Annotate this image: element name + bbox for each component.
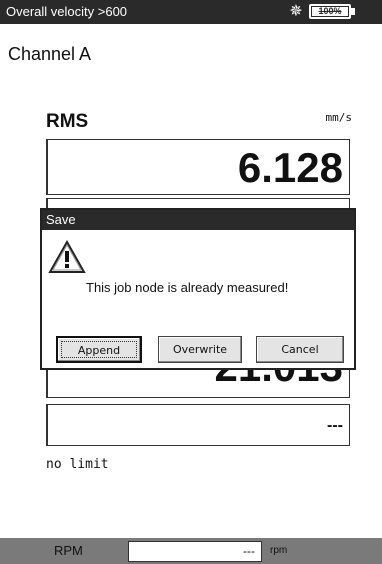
battery-icon: 100% — [309, 4, 351, 19]
bug-icon: ✵ — [289, 3, 303, 20]
rms-value-box: 6.128 — [46, 139, 350, 195]
limit-status: no limit — [46, 457, 109, 472]
measure-label: RMS — [46, 111, 89, 132]
overwrite-button[interactable]: Overwrite — [158, 336, 242, 363]
status-footer: RPM --- rpm — [0, 538, 382, 564]
warning-icon — [48, 240, 86, 273]
save-dialog: Save This job node is already measured! … — [40, 208, 356, 370]
third-value: --- — [327, 417, 343, 434]
window-title: Overall velocity >600 — [6, 4, 128, 19]
measure-unit: mm/s — [325, 111, 353, 124]
cancel-button[interactable]: Cancel — [256, 336, 344, 363]
dialog-message: This job node is already measured! — [86, 280, 289, 295]
dialog-title: Save — [42, 210, 354, 230]
rpm-label: RPM — [54, 543, 83, 558]
rpm-value: --- — [243, 544, 255, 558]
append-button-label: Append — [61, 341, 137, 358]
title-bar: Overall velocity >600 ✵ 100% — [0, 0, 382, 24]
third-value-box: --- — [46, 404, 350, 446]
append-button[interactable]: Append — [56, 336, 142, 363]
rpm-value-field: --- — [128, 541, 262, 562]
channel-label: Channel A — [8, 44, 92, 64]
rms-value: 6.128 — [237, 144, 343, 191]
battery-tip — [351, 8, 355, 15]
rpm-unit: rpm — [270, 545, 288, 556]
battery-level: 100% — [318, 6, 342, 16]
